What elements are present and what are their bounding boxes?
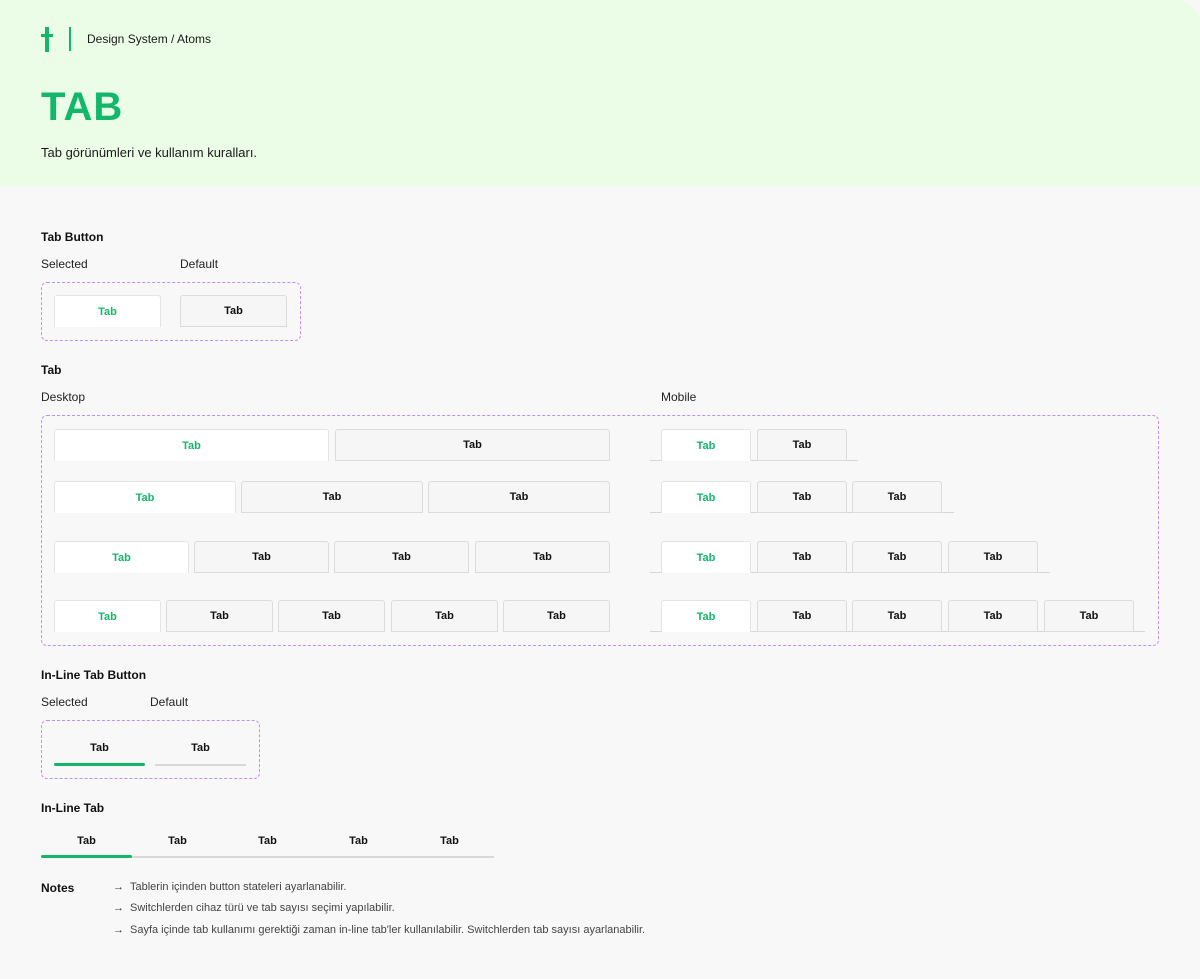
mobile-tab-selected[interactable]: Tab <box>661 429 751 461</box>
desktop-tab[interactable]: Tab <box>391 600 498 632</box>
note-item: → Switchlerden cihaz türü ve tab sayısı s… <box>113 902 395 914</box>
inline-tab-button-default[interactable]: Tab <box>155 742 246 754</box>
desktop-tab[interactable]: Tab <box>166 600 273 632</box>
page-header: Design System / Atoms TAB Tab görünümler… <box>0 0 1200 186</box>
desktop-tab[interactable]: Tab <box>475 541 610 573</box>
inline-tab-selected-underline <box>54 763 145 766</box>
tab-button-selected[interactable]: Tab <box>54 295 161 327</box>
desktop-tab-selected[interactable]: Tab <box>54 429 329 461</box>
label-selected: Selected <box>41 695 88 709</box>
label-desktop: Desktop <box>41 390 86 404</box>
mobile-tab[interactable]: Tab <box>948 600 1038 632</box>
inline-tab-button-selected[interactable]: Tab <box>54 742 145 754</box>
inline-tab-selected[interactable]: Tab <box>41 835 132 847</box>
label-default: Default <box>150 695 189 709</box>
note-text: Sayfa içinde tab kullanımı gerektiği zam… <box>130 924 646 936</box>
section-title-inline-tab-button: In-Line Tab Button <box>41 668 147 682</box>
mobile-tab[interactable]: Tab <box>757 429 847 461</box>
desktop-tab-selected[interactable]: Tab <box>54 600 161 632</box>
arrow-right-icon: → <box>113 924 124 936</box>
inline-tab-default-underline <box>155 764 246 766</box>
mobile-tab[interactable]: Tab <box>757 481 847 513</box>
label-default: Default <box>180 257 219 271</box>
mobile-tab-selected[interactable]: Tab <box>661 541 751 573</box>
mobile-tab[interactable]: Tab <box>948 541 1038 573</box>
section-title-tab: Tab <box>41 363 62 377</box>
desktop-tab[interactable]: Tab <box>335 429 610 461</box>
mobile-tab[interactable]: Tab <box>852 600 942 632</box>
inline-tab[interactable]: Tab <box>313 835 404 847</box>
desktop-tab[interactable]: Tab <box>194 541 329 573</box>
inline-tab[interactable]: Tab <box>132 835 223 847</box>
note-item: → Sayfa içinde tab kullanımı gerektiği za… <box>113 924 645 936</box>
note-text: Tablerin içinden button stateleri ayarla… <box>130 881 347 893</box>
desktop-tab[interactable]: Tab <box>278 600 385 632</box>
note-item: → Tablerin içinden button stateleri ayarl… <box>113 881 346 893</box>
desktop-tab[interactable]: Tab <box>428 481 610 513</box>
mobile-tab[interactable]: Tab <box>852 541 942 573</box>
breadcrumb[interactable]: Design System / Atoms <box>87 32 211 46</box>
header-divider <box>69 27 71 51</box>
inline-tab[interactable]: Tab <box>222 835 313 847</box>
desktop-tab-selected[interactable]: Tab <box>54 541 189 573</box>
arrow-right-icon: → <box>113 881 124 893</box>
mobile-tab[interactable]: Tab <box>1044 600 1134 632</box>
inline-tab[interactable]: Tab <box>404 835 495 847</box>
mobile-tab-selected[interactable]: Tab <box>661 600 751 632</box>
mobile-tab[interactable]: Tab <box>852 481 942 513</box>
desktop-tab[interactable]: Tab <box>334 541 469 573</box>
mobile-tab[interactable]: Tab <box>757 541 847 573</box>
section-title-tab-button: Tab Button <box>41 230 104 244</box>
notes-title: Notes <box>41 881 75 895</box>
mobile-tab-selected[interactable]: Tab <box>661 481 751 513</box>
mobile-tab[interactable]: Tab <box>757 600 847 632</box>
logo-icon <box>41 27 53 52</box>
section-title-inline-tab: In-Line Tab <box>41 801 105 815</box>
page-title: TAB <box>41 85 124 129</box>
desktop-tab[interactable]: Tab <box>503 600 610 632</box>
inline-tab-selected-underline <box>41 855 132 858</box>
label-mobile: Mobile <box>661 390 697 404</box>
arrow-right-icon: → <box>113 902 124 914</box>
desktop-tab[interactable]: Tab <box>241 481 423 513</box>
desktop-tab-selected[interactable]: Tab <box>54 481 236 513</box>
note-text: Switchlerden cihaz türü ve tab sayısı se… <box>130 902 395 914</box>
tab-button-default[interactable]: Tab <box>180 295 287 327</box>
page-subtitle: Tab görünümleri ve kullanım kuralları. <box>41 145 258 160</box>
label-selected: Selected <box>41 257 88 271</box>
